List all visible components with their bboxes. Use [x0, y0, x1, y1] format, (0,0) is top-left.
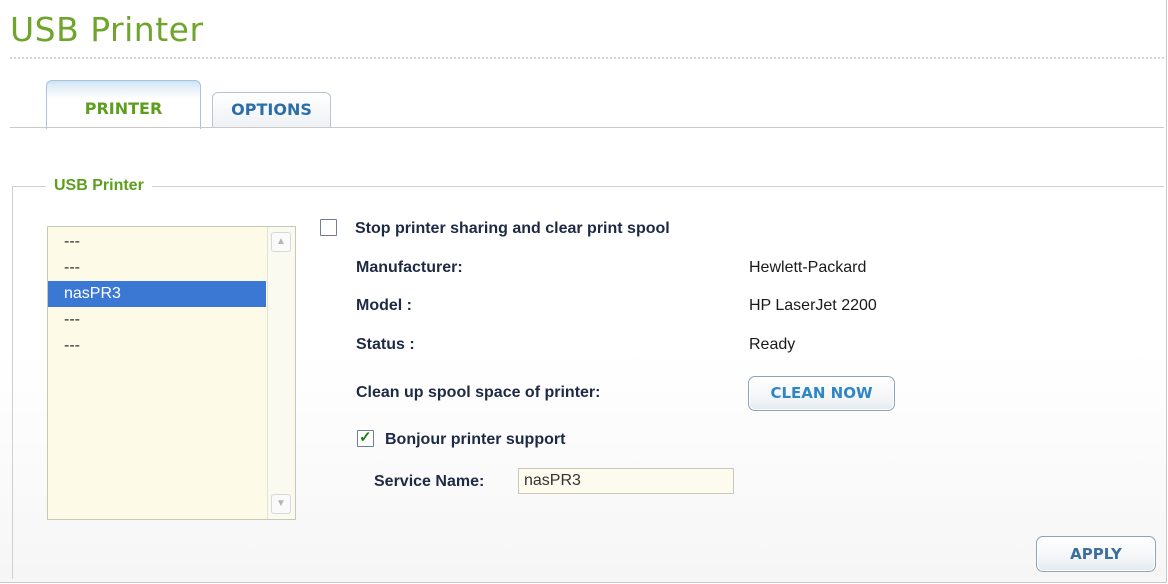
manufacturer-label: Manufacturer: — [356, 259, 463, 276]
title-divider — [10, 57, 1164, 59]
bonjour-checkbox[interactable]: ✓ — [357, 429, 374, 447]
list-item[interactable]: --- — [48, 307, 266, 333]
status-value: Ready — [749, 336, 796, 353]
section-legend: USB Printer — [46, 177, 152, 195]
tab-printer[interactable]: PRINTER — [46, 80, 201, 129]
printer-listbox[interactable]: --- --- nasPR3 --- --- ▲ ▼ — [47, 226, 296, 520]
status-label: Status : — [356, 336, 415, 353]
checkmark-icon: ✓ — [359, 429, 372, 446]
manufacturer-value: Hewlett-Packard — [749, 259, 867, 276]
clean-now-button[interactable]: CLEAN NOW — [748, 376, 895, 411]
stop-sharing-label: Stop printer sharing and clear print spo… — [355, 220, 670, 237]
list-item-selected[interactable]: nasPR3 — [48, 281, 266, 307]
tab-options[interactable]: OPTIONS — [212, 92, 331, 128]
list-scrollbar[interactable]: ▲ ▼ — [267, 227, 295, 519]
list-item[interactable]: --- — [48, 333, 266, 359]
service-name-label: Service Name: — [374, 473, 485, 490]
tab-bar-line — [10, 127, 1164, 128]
apply-button[interactable]: APPLY — [1036, 536, 1156, 572]
stop-sharing-checkbox[interactable] — [320, 219, 337, 236]
service-name-input[interactable] — [518, 468, 734, 494]
page-title: USB Printer — [10, 10, 204, 49]
list-item[interactable]: --- — [48, 229, 266, 255]
chevron-up-icon[interactable]: ▲ — [271, 232, 291, 252]
bonjour-label: Bonjour printer support — [385, 431, 566, 448]
printer-list: --- --- nasPR3 --- --- — [48, 229, 266, 359]
list-item[interactable]: --- — [48, 255, 266, 281]
chevron-down-icon[interactable]: ▼ — [271, 494, 291, 514]
cleanup-label: Clean up spool space of printer: — [356, 384, 601, 401]
model-value: HP LaserJet 2200 — [749, 297, 877, 314]
model-label: Model : — [356, 297, 412, 314]
